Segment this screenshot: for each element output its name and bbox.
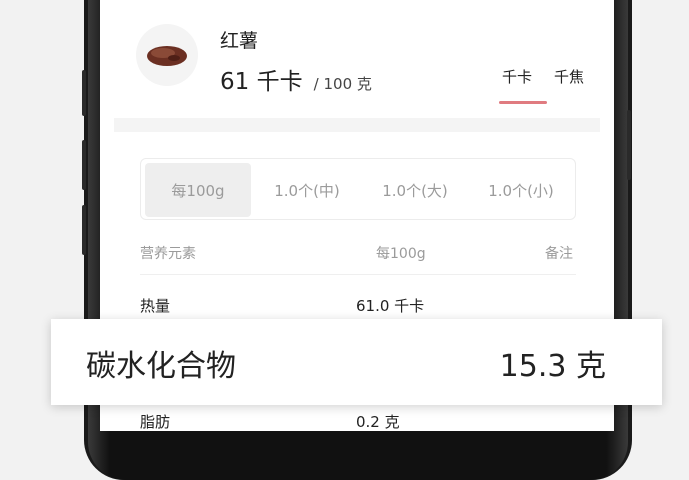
highlight-row: 碳水化合物 15.3 克 — [51, 319, 662, 405]
food-image — [136, 24, 198, 86]
energy-per: / 100 克 — [313, 75, 372, 93]
section-divider — [114, 118, 600, 132]
nutrient-label: 脂肪 — [140, 413, 171, 431]
food-header: 红薯 61 千卡 / 100 克 千卡 千焦 — [114, 0, 600, 118]
tab-active-indicator — [499, 101, 547, 104]
energy-value: 61 千卡 — [220, 69, 303, 95]
header-note: 备注 — [545, 246, 573, 262]
sweet-potato-icon — [147, 46, 187, 66]
portion-option[interactable]: 1.0个(大) — [363, 163, 467, 217]
highlight-value: 15.3 克 — [499, 349, 606, 384]
tab-kj[interactable]: 千焦 — [554, 66, 584, 87]
portion-option[interactable]: 每100g — [145, 163, 251, 217]
phone-side-button — [627, 110, 631, 180]
phone-side-button — [82, 205, 86, 255]
nutrient-value: 0.2 克 — [356, 413, 400, 431]
portion-option[interactable]: 1.0个(小) — [469, 163, 573, 217]
header-nutrient: 营养元素 — [140, 246, 196, 262]
food-name: 红薯 — [220, 30, 259, 52]
highlight-label: 碳水化合物 — [86, 349, 236, 384]
tab-kcal[interactable]: 千卡 — [502, 66, 532, 87]
nutrient-label: 热量 — [140, 297, 171, 315]
phone-side-button — [82, 70, 86, 116]
portion-option[interactable]: 1.0个(中) — [255, 163, 359, 217]
energy-summary: 61 千卡 / 100 克 — [220, 62, 372, 96]
table-divider — [140, 274, 576, 275]
portion-selector: 每100g 1.0个(中) 1.0个(大) 1.0个(小) — [140, 158, 576, 220]
nutrient-value: 61.0 千卡 — [356, 297, 425, 315]
header-per-100g: 每100g — [376, 246, 426, 262]
phone-side-button — [82, 140, 86, 190]
